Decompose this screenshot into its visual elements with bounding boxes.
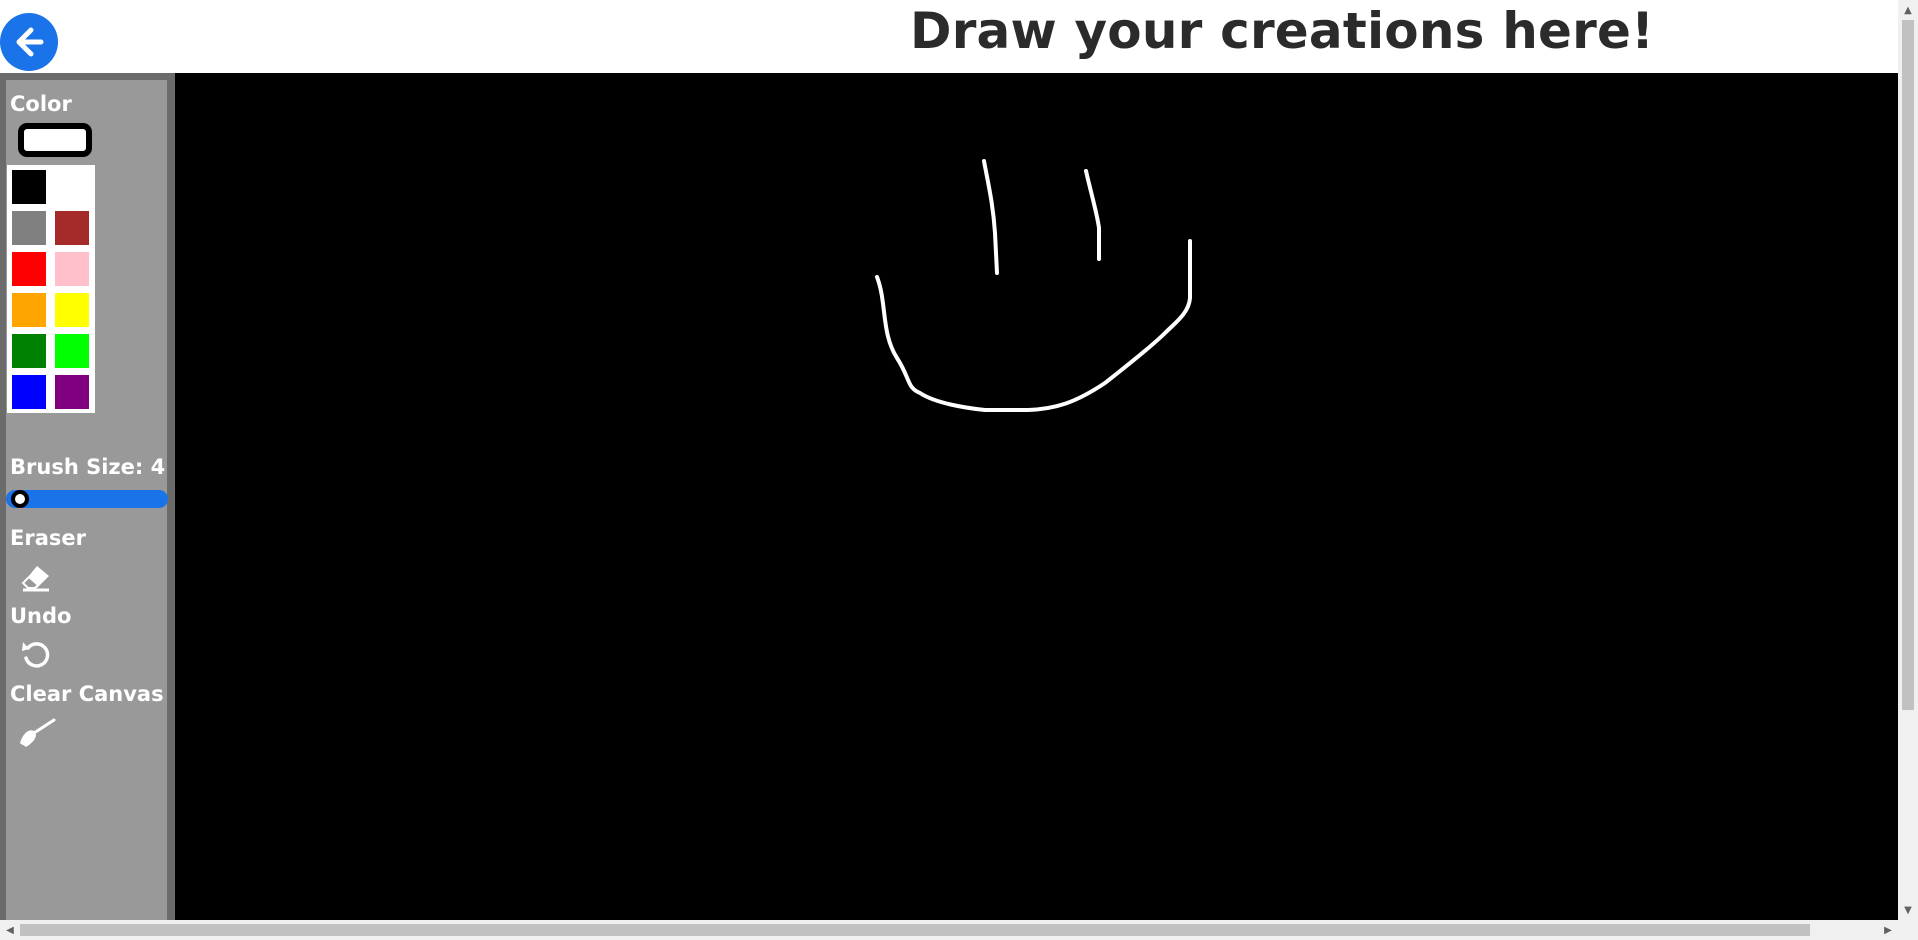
color-swatch-blue[interactable] [10,373,48,411]
smiley-drawing [875,159,1192,412]
drawing-app: Draw your creations here! Color Brush Si… [0,0,1918,940]
arrow-left-icon [16,27,44,57]
color-swatch-white[interactable] [53,168,91,206]
scroll-down-arrow-icon[interactable]: ▼ [1898,900,1918,920]
toolbar-sidebar: Color Brush Size: 4 Eraser Undo Clear Ca… [0,73,175,920]
horizontal-scroll-thumb[interactable] [20,924,1810,936]
color-swatch-pink[interactable] [53,250,91,288]
color-swatch-brown[interactable] [53,209,91,247]
vertical-scroll-thumb[interactable] [1902,20,1914,710]
color-swatch-black[interactable] [10,168,48,206]
color-palette [7,165,95,413]
clear-canvas-label: Clear Canvas [10,682,164,706]
selected-color-swatch[interactable] [18,123,92,157]
header: Draw your creations here! [0,0,1898,73]
back-button[interactable] [0,13,58,71]
mouth-stroke [875,239,1192,412]
color-swatch-gray[interactable] [10,209,48,247]
page-title: Draw your creations here! [910,2,1655,60]
color-swatch-red[interactable] [10,250,48,288]
eraser-icon [21,566,49,592]
slider-thumb[interactable] [11,490,29,508]
drawing-canvas[interactable] [175,73,1898,920]
eraser-button[interactable] [16,560,56,596]
color-label: Color [10,92,72,116]
horizontal-scrollbar[interactable]: ◀ ▶ [0,920,1918,940]
color-swatch-purple[interactable] [53,373,91,411]
scroll-left-arrow-icon[interactable]: ◀ [0,920,20,940]
color-swatch-lime[interactable] [53,332,91,370]
left-eye-stroke [982,159,999,275]
right-eye-stroke [1084,169,1101,261]
brush-size-slider[interactable] [6,490,168,508]
vertical-scrollbar[interactable]: ▲ ▼ [1898,0,1918,920]
color-swatch-green[interactable] [10,332,48,370]
clear-canvas-button[interactable] [16,716,56,752]
scroll-up-arrow-icon[interactable]: ▲ [1898,0,1918,20]
undo-button[interactable] [16,636,56,672]
eraser-label: Eraser [10,526,86,550]
toolbar-panel: Color Brush Size: 4 Eraser Undo Clear Ca… [6,80,168,920]
undo-icon [22,642,50,668]
undo-label: Undo [10,604,72,628]
brush-size-label: Brush Size: 4 [10,455,166,479]
color-swatch-yellow[interactable] [53,291,91,329]
broom-icon [20,718,56,747]
color-swatch-orange[interactable] [10,291,48,329]
scroll-right-arrow-icon[interactable]: ▶ [1878,920,1898,940]
